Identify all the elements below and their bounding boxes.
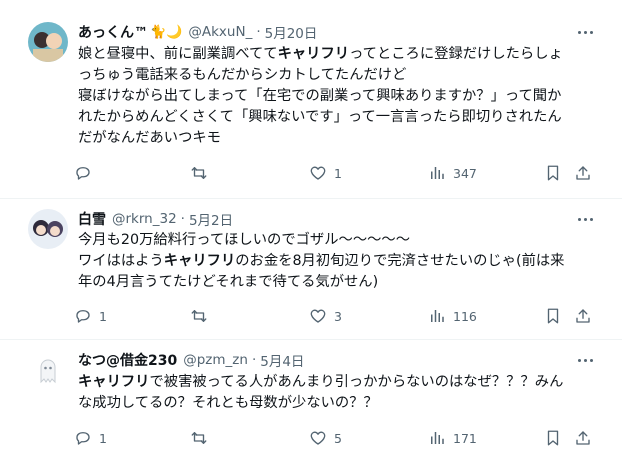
- bookmark-icon: [547, 430, 559, 446]
- display-name[interactable]: あっくん™: [78, 22, 148, 42]
- post-date[interactable]: 5月2日: [189, 209, 233, 229]
- like-icon: [310, 309, 326, 323]
- avatar[interactable]: [28, 22, 68, 62]
- post-date[interactable]: 5月20日: [265, 22, 318, 42]
- reply-icon: [76, 432, 90, 445]
- like-icon: [310, 431, 326, 445]
- reply-button[interactable]: [74, 162, 99, 184]
- like-button[interactable]: 5: [309, 427, 342, 449]
- repost-button[interactable]: [190, 427, 215, 449]
- post-2[interactable]: 白雪 @rkrn_32 · 5月2日 今月も20万給料行ってほしいのでゴザル〜〜…: [0, 199, 622, 339]
- display-name[interactable]: 白雪: [78, 209, 106, 229]
- post-actions: 1 5 171: [74, 427, 598, 449]
- reply-icon: [76, 310, 90, 323]
- views-icon: [431, 432, 444, 444]
- like-button[interactable]: 3: [309, 305, 342, 327]
- avatar[interactable]: [28, 209, 68, 249]
- post-text: 娘と昼寝中、前に副業調べててキャリフリってところに登録だけしたらしょ っちゅう電…: [78, 46, 563, 146]
- like-button[interactable]: 1: [309, 162, 342, 184]
- display-name[interactable]: なつ@借金230: [78, 350, 177, 370]
- like-icon: [310, 166, 326, 180]
- share-icon: [576, 309, 590, 323]
- repost-button[interactable]: [190, 305, 215, 327]
- name-emoji: 🐈🌙: [150, 24, 183, 40]
- repost-button[interactable]: [190, 162, 215, 184]
- repost-icon: [191, 432, 207, 444]
- user-handle[interactable]: @AkxuN_: [188, 24, 252, 40]
- post-actions: 1 3 116: [74, 305, 598, 327]
- views-icon: [431, 167, 444, 179]
- views-button[interactable]: 347: [428, 162, 477, 184]
- more-icon[interactable]: [574, 22, 596, 42]
- post-text: キャリフリで被害被ってる人があんまり引っかからないのはなぜ？？？みん な成功して…: [78, 374, 564, 411]
- bookmark-button[interactable]: [544, 305, 562, 327]
- share-button[interactable]: [574, 427, 592, 449]
- bookmark-button[interactable]: [544, 427, 562, 449]
- repost-icon: [191, 310, 207, 322]
- reply-button[interactable]: 1: [74, 305, 107, 327]
- post-3[interactable]: なつ@借金230 @pzm_zn · 5月4日 キャリフリで被害被ってる人があん…: [0, 340, 622, 466]
- separator: ·: [180, 211, 185, 227]
- avatar[interactable]: [28, 350, 68, 390]
- share-icon: [576, 166, 590, 180]
- share-button[interactable]: [574, 305, 592, 327]
- user-handle[interactable]: @pzm_zn: [183, 352, 248, 368]
- post-date[interactable]: 5月4日: [260, 350, 304, 370]
- share-icon: [576, 431, 590, 445]
- more-icon[interactable]: [574, 350, 596, 370]
- post-text: 今月も20万給料行ってほしいのでゴザル〜〜〜〜〜 ワイははようキャリフリのお金を…: [78, 232, 565, 290]
- views-button[interactable]: 171: [428, 427, 477, 449]
- bookmark-button[interactable]: [544, 162, 562, 184]
- bookmark-icon: [547, 308, 559, 324]
- bookmark-icon: [547, 165, 559, 181]
- user-handle[interactable]: @rkrn_32: [112, 211, 177, 227]
- more-icon[interactable]: [574, 209, 596, 229]
- reply-button[interactable]: 1: [74, 427, 107, 449]
- separator: ·: [251, 352, 257, 368]
- repost-icon: [191, 167, 207, 179]
- share-button[interactable]: [574, 162, 592, 184]
- views-icon: [431, 310, 444, 322]
- views-button[interactable]: 116: [428, 305, 477, 327]
- post-actions: 1 347: [74, 162, 598, 184]
- separator: ·: [256, 24, 261, 40]
- post-1[interactable]: あっくん™ 🐈🌙 @AkxuN_ · 5月20日 娘と昼寝中、前に副業調べててキ…: [0, 0, 622, 196]
- reply-icon: [76, 167, 90, 180]
